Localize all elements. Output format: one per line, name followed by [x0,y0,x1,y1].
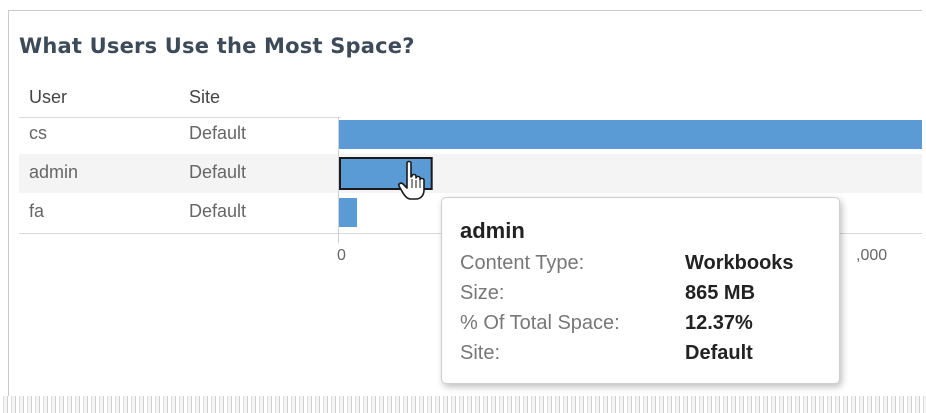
tooltip-row-site: Site: Default [460,342,832,368]
tooltip-value: Workbooks [685,252,794,274]
x-tick-label: ,000 [856,247,888,264]
tooltip: admin Content Type: Workbooks Size: 865 … [441,197,840,384]
tooltip-label: Site: [460,342,501,364]
x-tick-label: 0 [337,247,346,264]
tooltip-row-percent: % Of Total Space: 12.37% [460,312,832,338]
tooltip-row-content-type: Content Type: Workbooks [460,252,832,278]
bar-cs[interactable] [339,120,922,149]
tooltip-value: 865 MB [685,282,756,304]
tooltip-row-size: Size: 865 MB [460,282,832,308]
torn-edge [0,396,926,413]
tooltip-value: Default [685,342,753,364]
tooltip-label: Size: [460,282,505,304]
bar-fa[interactable] [339,198,358,227]
hand-pointer-icon [398,160,425,200]
tooltip-label: % Of Total Space: [460,312,620,334]
tooltip-label: Content Type: [460,252,585,274]
tooltip-title: admin [460,218,525,243]
tooltip-value: 12.37% [685,312,753,334]
